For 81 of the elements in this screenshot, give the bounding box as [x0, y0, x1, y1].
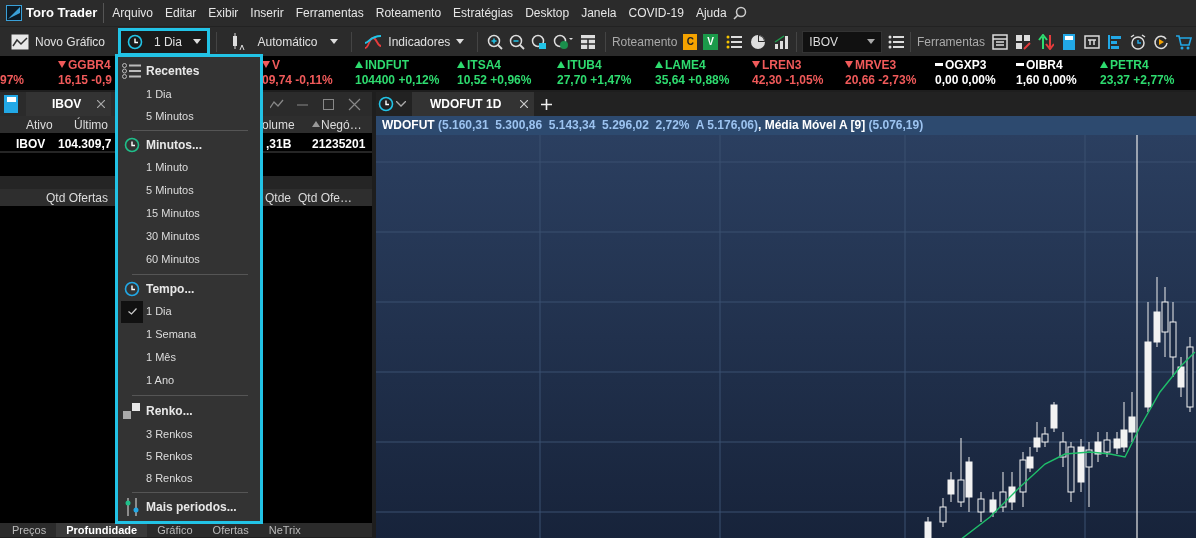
menu-section-header[interactable]: Mais periodos...	[118, 496, 260, 518]
menu-item[interactable]: Desktop	[519, 4, 576, 22]
ticker-symbol[interactable]: OGXP3	[945, 58, 987, 72]
table-cell-text: 104.309,7	[58, 136, 112, 153]
ticker-symbol[interactable]: V	[272, 58, 280, 72]
column-header[interactable]: Ativo	[26, 116, 53, 134]
menu-item[interactable]: 5 Minutos	[118, 105, 260, 127]
panel-tab[interactable]: NeTrix	[258, 523, 311, 537]
menu-item[interactable]: Ferramentas	[289, 4, 370, 22]
column-header[interactable]: Qtd Ofertas	[46, 189, 109, 207]
ticker-quote: 09,74 -0,11%	[262, 73, 333, 87]
menu-section-header[interactable]: Minutos...	[118, 134, 260, 156]
menu-section-header[interactable]: Tempo...	[118, 278, 260, 300]
menu-item[interactable]: Inserir	[244, 4, 290, 22]
menu-item[interactable]: Exibir	[202, 4, 245, 22]
menu-item[interactable]: 1 Semana	[118, 323, 260, 346]
panel-tab[interactable]: Gráfico	[147, 523, 203, 537]
menu-item[interactable]: 1 Mês	[118, 346, 260, 369]
menu-item[interactable]: 30 Minutos	[118, 225, 260, 248]
ticker-symbol[interactable]: LAME4	[665, 58, 706, 72]
panel-tab[interactable]: Profundidade	[56, 523, 148, 537]
chart-tab[interactable]: WDOFUT 1D	[412, 92, 534, 116]
table-cell-text: ,31B	[266, 136, 292, 153]
panel-tab[interactable]: Preços	[0, 523, 57, 537]
ticker-quote: 35,64 +0,88%	[655, 73, 730, 87]
column-header[interactable]: Qtd Ofe…	[298, 189, 353, 207]
table-cell-text: IBOV	[16, 136, 46, 153]
chart-type-dropdown[interactable]: Automático	[222, 29, 345, 54]
menu-section-header[interactable]: Renko...	[118, 399, 260, 423]
menu-item[interactable]: Estratégias	[447, 4, 520, 22]
menu-item[interactable]: Editar	[158, 4, 203, 22]
ticker-quote: 16,15 -0,9	[58, 73, 113, 87]
app-title: Toro Trader	[26, 3, 105, 23]
ticker-quote: 42,30 -1,05%	[752, 73, 824, 87]
menu-item[interactable]: 15 Minutos	[118, 202, 260, 225]
column-header[interactable]: Qtde	[265, 189, 291, 207]
ticker-quote: 27,70 +1,47%	[557, 73, 632, 87]
ticker-quote: 0,00 0,00%	[935, 73, 996, 87]
new-chart-button[interactable]: Novo Gráfico	[4, 29, 113, 54]
period-dropdown[interactable]: 1 Dia	[118, 27, 210, 56]
menu-item[interactable]: 5 Renkos	[118, 445, 260, 467]
menu-item[interactable]: COVID-19	[622, 4, 690, 22]
ticker-quote: 20,66 -2,73%	[845, 73, 917, 87]
menu-item[interactable]: 5 Minutos	[118, 179, 260, 202]
menu-item[interactable]: Janela	[575, 4, 623, 22]
ticker-quote: 97%	[0, 73, 25, 87]
sell-button[interactable]: V	[703, 33, 718, 50]
ticker-symbol[interactable]: ITUB4	[567, 58, 602, 72]
routing-label: Roteamento	[611, 33, 678, 51]
panel-tab[interactable]: IBOV	[26, 92, 111, 116]
ticker-symbol[interactable]: GGBR4	[68, 58, 111, 72]
ticker-symbol[interactable]: INDFUT	[365, 58, 409, 72]
menu-item[interactable]: Ajuda	[689, 4, 733, 22]
chart-legend: WDOFUT (5.160,31 5.300,86 5.143,34 5.296,02 2,72% A 5.176,06), Média Móvel A [9] (5.076,19)	[376, 116, 1196, 135]
ticker-symbol[interactable]: MRVE3	[855, 58, 897, 72]
ticker-symbol[interactable]: ITSA4	[467, 58, 501, 72]
buy-button[interactable]: C	[683, 33, 698, 50]
symbol-combobox[interactable]: IBOV	[802, 30, 883, 53]
menu-item[interactable]: Roteamento	[369, 4, 448, 22]
panel-tab[interactable]: Ofertas	[202, 523, 259, 537]
column-header[interactable]: Último	[74, 116, 108, 134]
ticker-symbol[interactable]: PETR4	[1110, 58, 1149, 72]
ticker-quote: 104400 +0,12%	[355, 73, 440, 87]
column-header[interactable]: olume	[262, 116, 295, 134]
menu-item[interactable]: 8 Renkos	[118, 467, 260, 489]
menu-item[interactable]: 60 Minutos	[118, 248, 260, 271]
menu-item[interactable]: 3 Renkos	[118, 423, 260, 445]
ticker-quote: 1,60 0,00%	[1016, 73, 1077, 87]
menu-section-header[interactable]: Recentes	[118, 59, 260, 83]
ticker-quote: 23,37 +2,77%	[1100, 73, 1175, 87]
menu-item[interactable]: Arquivo	[106, 4, 159, 22]
menu-item[interactable]: 1 Dia	[118, 300, 260, 323]
table-cell-text: 21235201	[312, 136, 366, 153]
ticker-symbol[interactable]: OIBR4	[1026, 58, 1063, 72]
menu-item[interactable]: 1 Dia	[118, 83, 260, 105]
indicators-dropdown[interactable]: Indicadores	[357, 29, 472, 54]
tools-label: Ferramentas	[916, 33, 985, 51]
column-header[interactable]: Negó…	[321, 116, 362, 134]
ticker-symbol[interactable]: LREN3	[762, 58, 802, 72]
menu-item[interactable]: 1 Ano	[118, 369, 260, 392]
ticker-quote: 10,52 +0,96%	[457, 73, 532, 87]
